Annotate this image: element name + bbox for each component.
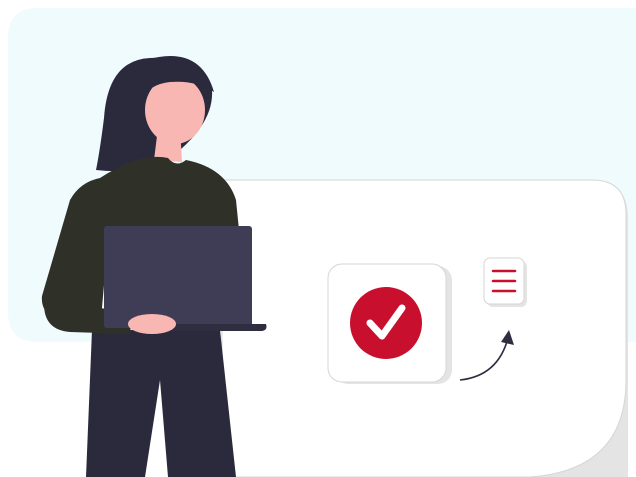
menu-list-icon bbox=[483, 257, 527, 307]
illustration-canvas bbox=[8, 8, 636, 477]
check-circle-icon bbox=[350, 287, 422, 359]
check-tile bbox=[327, 263, 452, 384]
laptop bbox=[104, 226, 252, 328]
person-pants bbox=[86, 330, 236, 477]
illustration-scene bbox=[0, 0, 636, 477]
person-hand bbox=[128, 314, 176, 334]
